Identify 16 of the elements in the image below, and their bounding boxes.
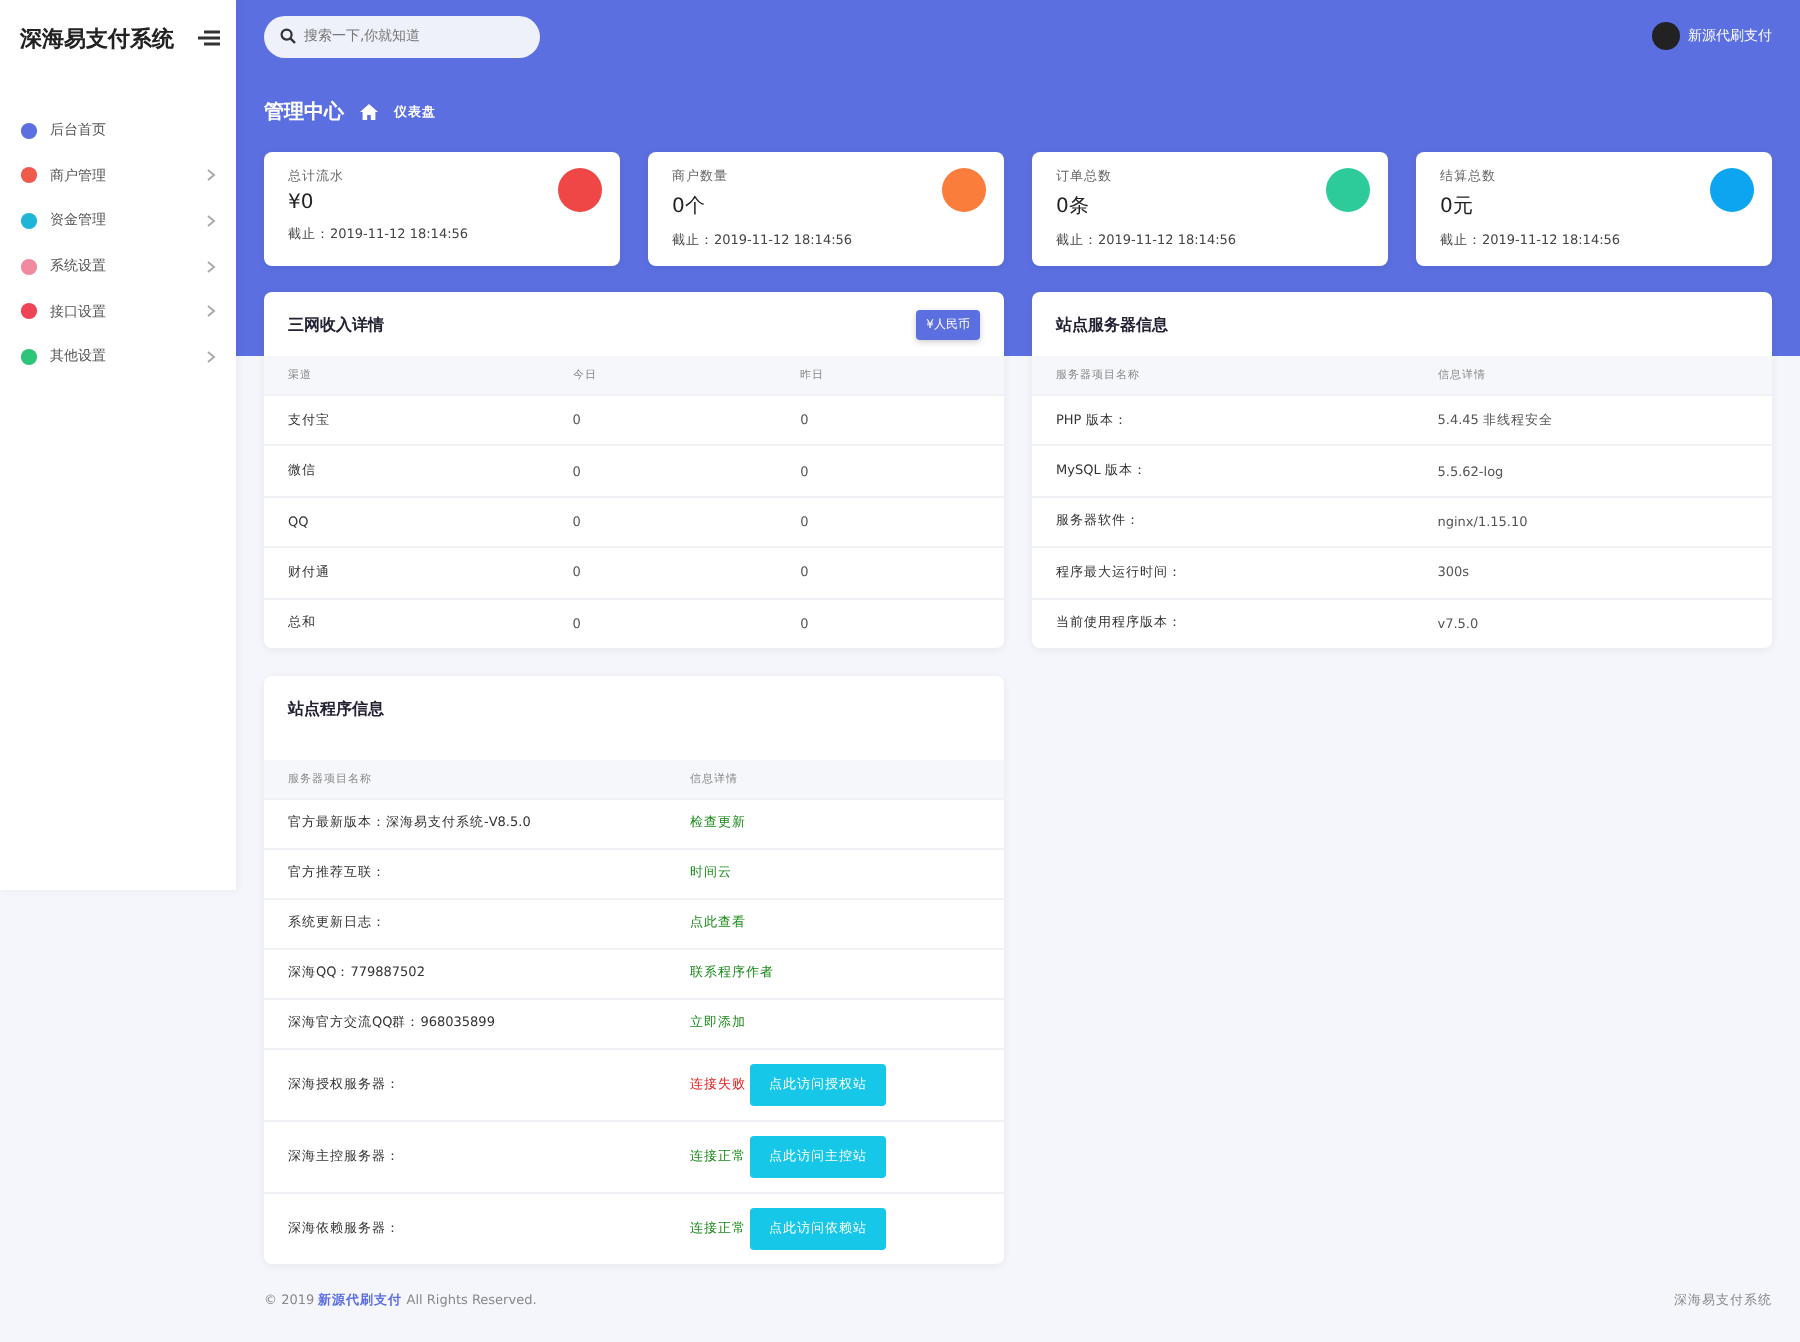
panel-title: 三网收入详情 bbox=[288, 313, 384, 335]
chevron-icon bbox=[206, 349, 216, 364]
menu-icon[interactable] bbox=[198, 30, 220, 46]
panel-title: 站点程序信息 bbox=[288, 697, 384, 720]
stat-value: 0个 bbox=[672, 194, 707, 220]
chevron-icon bbox=[206, 213, 216, 228]
chevron-icon bbox=[206, 168, 216, 183]
home-icon[interactable] bbox=[360, 104, 378, 120]
stat-value: ¥0 bbox=[288, 192, 316, 214]
page-title: 管理中心 bbox=[264, 98, 344, 126]
panel-title: 站点服务器信息 bbox=[1056, 313, 1168, 335]
chevron-icon bbox=[206, 259, 216, 274]
stat-value: 0条 bbox=[1056, 194, 1091, 220]
brand-title: 深海易支付系统 bbox=[20, 23, 174, 53]
chevron-icon bbox=[206, 304, 216, 319]
stat-value: 0元 bbox=[1440, 194, 1475, 220]
